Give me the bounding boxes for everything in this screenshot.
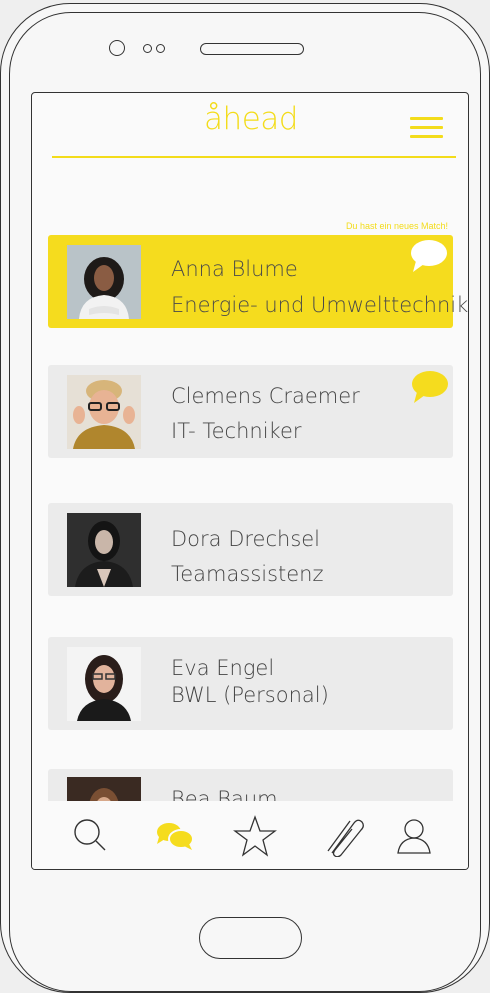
match-name: Bea Baum [171,787,278,801]
speaker-grille [200,43,304,55]
match-name: Eva Engel [171,656,275,680]
match-role: Energie- und Umwelttechnik [171,293,469,317]
search-icon[interactable] [71,815,111,855]
new-match-notice: Du hast ein neues Match! [345,221,448,231]
home-button[interactable] [199,917,302,959]
menu-icon[interactable] [410,117,443,139]
speech-bubble-icon[interactable] [410,239,448,273]
paperclip-icon[interactable] [324,815,364,857]
avatar [67,777,141,801]
bottom-tab-bar [32,801,468,869]
app-screen: åhead Du hast ein neues Match! Anna Blum… [31,92,469,870]
star-icon[interactable] [233,815,277,857]
avatar [67,647,141,721]
match-card[interactable]: Clemens Craemer IT- Techniker [48,365,453,458]
front-camera [109,40,125,56]
sensor-dot-left [143,44,152,53]
sensor-dot-right [156,44,165,53]
match-card[interactable]: Bea Baum [48,769,453,801]
match-name: Dora Drechsel [171,527,321,551]
match-list[interactable]: åhead Du hast ein neues Match! Anna Blum… [32,93,468,801]
chat-icon[interactable] [154,815,194,855]
avatar [67,245,141,319]
match-name: Anna Blume [171,257,298,281]
profile-icon[interactable] [394,815,434,855]
match-name: Clemens Craemer [171,384,360,408]
match-role: BWL (Personal) [171,683,329,707]
avatar [67,375,141,449]
match-card[interactable]: Anna Blume Energie- und Umwelttechnik [48,235,468,328]
header-divider [52,156,456,158]
match-role: IT- Techniker [171,419,302,443]
avatar [67,513,141,587]
speech-bubble-icon[interactable] [411,370,449,404]
match-role: Teamassistenz [171,562,324,586]
match-card[interactable]: Dora Drechsel Teamassistenz [48,503,453,596]
app-logo: åhead [204,101,298,137]
match-card[interactable]: Eva Engel BWL (Personal) [48,637,453,730]
